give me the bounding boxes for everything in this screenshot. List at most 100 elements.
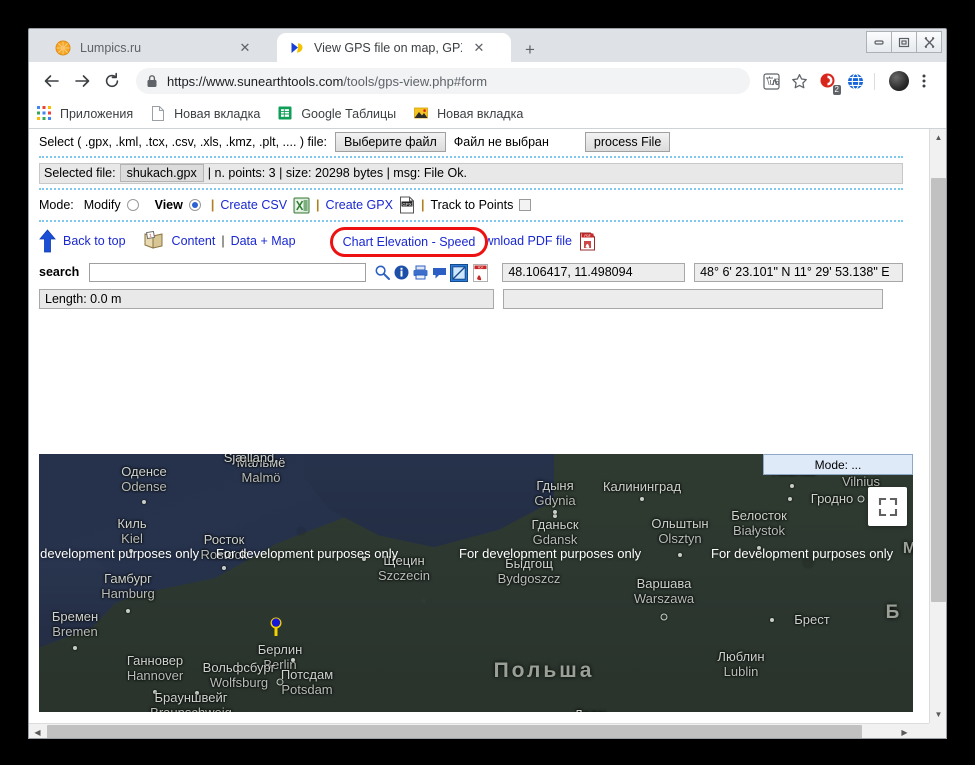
bookmarks-bar: Приложения Новая вкладка Google Таблицы bbox=[29, 100, 946, 129]
coordinates-field[interactable]: 48.106417, 11.498094 bbox=[502, 262, 686, 282]
selected-file-label: Selected file: bbox=[44, 166, 116, 180]
sunearthtools-icon bbox=[289, 40, 305, 56]
excel-icon[interactable] bbox=[293, 197, 310, 214]
adblock-icon[interactable]: 2 bbox=[814, 68, 841, 95]
book-icon[interactable]: 1 bbox=[144, 231, 165, 251]
secondary-info-field bbox=[503, 289, 883, 309]
map-country-label: Б bbox=[885, 602, 903, 623]
map-canvas[interactable]: ПольшаГерманияБМ ОденсеOdenseМальмёMalmö… bbox=[39, 454, 913, 712]
translate-icon[interactable]: \u6587 bbox=[758, 68, 784, 94]
balloon-icon[interactable] bbox=[431, 264, 448, 281]
mode-modify-radio[interactable] bbox=[126, 199, 139, 211]
map-country-label: Польша bbox=[493, 659, 595, 682]
tab-strip: Lumpics.ru ✕ View GPS file on map, GPX, … bbox=[29, 29, 946, 62]
nav-separator-1: | bbox=[221, 234, 225, 248]
track-to-points-label: Track to Points bbox=[430, 198, 514, 212]
chart-elevation-speed-link[interactable]: Chart Elevation - Speed bbox=[343, 235, 476, 249]
up-arrow-icon[interactable] bbox=[39, 229, 56, 253]
close-icon[interactable]: ✕ bbox=[470, 39, 488, 57]
map-city-marker bbox=[788, 497, 792, 501]
new-tab-button[interactable]: + bbox=[519, 38, 541, 60]
back-arrow-icon[interactable] bbox=[38, 67, 66, 95]
info-icon[interactable] bbox=[393, 264, 410, 281]
map-terrain-texture bbox=[39, 454, 913, 712]
browser-toolbar: https://www.sunearthtools.com/tools/gps-… bbox=[29, 62, 946, 100]
svg-text:GPX: GPX bbox=[402, 202, 411, 207]
reload-icon[interactable] bbox=[98, 67, 126, 95]
map-city-marker bbox=[640, 497, 644, 501]
browser-tab-gps-view[interactable]: View GPS file on map, GPX, KML, ✕ bbox=[277, 33, 511, 62]
divider-1 bbox=[39, 156, 903, 158]
no-file-chosen-text: Файл не выбран bbox=[453, 135, 549, 149]
window-controls bbox=[866, 31, 942, 53]
map-city-marker bbox=[195, 691, 199, 695]
sheets-icon bbox=[278, 106, 294, 122]
forward-arrow-icon[interactable] bbox=[68, 67, 96, 95]
create-gpx-link[interactable]: Create GPX bbox=[326, 198, 393, 212]
address-bar[interactable]: https://www.sunearthtools.com/tools/gps-… bbox=[136, 68, 750, 94]
map-fullscreen-button[interactable] bbox=[868, 487, 907, 526]
horizontal-scrollbar[interactable]: ◀ ▶ bbox=[29, 723, 930, 738]
lock-icon bbox=[146, 74, 158, 88]
map-watermark: For development purposes only bbox=[216, 546, 399, 561]
data-map-link[interactable]: Data + Map bbox=[231, 234, 296, 248]
bookmark-apps[interactable]: Приложения bbox=[37, 106, 133, 122]
map-city-marker bbox=[142, 500, 146, 504]
track-to-points-checkbox[interactable] bbox=[519, 199, 532, 211]
map-pin-icon[interactable] bbox=[270, 617, 282, 636]
pdf-icon[interactable]: PDF bbox=[473, 263, 490, 282]
selected-file-row: Selected file: shukach.gpx | n. points: … bbox=[29, 161, 913, 185]
scroll-right-arrow[interactable]: ▶ bbox=[896, 724, 913, 738]
horizontal-scrollbar-thumb[interactable] bbox=[47, 725, 862, 738]
map-city-marker bbox=[553, 514, 557, 518]
process-file-button[interactable]: process File bbox=[584, 132, 671, 152]
print-icon[interactable] bbox=[412, 264, 429, 281]
vertical-scrollbar-thumb[interactable] bbox=[931, 178, 946, 602]
chart-elevation-speed-link-highlight[interactable]: Chart Elevation - Speed bbox=[330, 227, 488, 257]
scroll-up-arrow[interactable]: ▲ bbox=[930, 129, 946, 146]
map-city-marker bbox=[660, 613, 668, 621]
vertical-scrollbar[interactable]: ▲ ▼ bbox=[929, 129, 946, 723]
map-watermark: For development purposes only bbox=[39, 546, 200, 561]
back-to-top-link[interactable]: Back to top bbox=[63, 234, 126, 248]
pdf-icon[interactable]: PDF bbox=[579, 232, 596, 251]
bookmark-label: Google Таблицы bbox=[301, 107, 397, 121]
globe-icon[interactable] bbox=[842, 68, 868, 94]
scroll-down-arrow[interactable]: ▼ bbox=[930, 706, 946, 723]
close-icon[interactable]: ✕ bbox=[236, 39, 254, 57]
browser-window: Lumpics.ru ✕ View GPS file on map, GPX, … bbox=[28, 28, 947, 739]
fullscreen-map-icon[interactable] bbox=[450, 263, 469, 282]
three-dot-menu-icon[interactable] bbox=[911, 68, 937, 94]
dms-coordinates-field[interactable]: 48° 6' 23.101" N 11° 29' 53.138" E bbox=[694, 262, 903, 282]
scrollbar-corner bbox=[929, 723, 946, 738]
bookmark-new-tab-2[interactable]: Новая вкладка bbox=[414, 106, 523, 122]
gpx-file-icon[interactable]: GPX bbox=[399, 196, 415, 214]
search-input[interactable] bbox=[89, 262, 367, 282]
map-watermark: For development purposes only bbox=[459, 546, 642, 561]
url-host: https://www.sunearthtools.com bbox=[167, 73, 344, 89]
length-row: Length: 0.0 m bbox=[29, 288, 913, 310]
magnifier-icon[interactable] bbox=[374, 264, 391, 281]
bookmark-new-tab-1[interactable]: Новая вкладка bbox=[151, 106, 260, 122]
mode-view-radio[interactable] bbox=[188, 199, 201, 211]
maximize-icon[interactable] bbox=[891, 31, 917, 53]
mode-label: Mode: bbox=[39, 198, 74, 212]
map-city-marker bbox=[126, 609, 130, 613]
star-icon[interactable] bbox=[786, 68, 812, 94]
bookmark-label: Новая вкладка bbox=[174, 107, 261, 121]
minimize-icon[interactable] bbox=[866, 31, 892, 53]
scroll-left-arrow[interactable]: ◀ bbox=[29, 724, 46, 738]
map-city-marker bbox=[553, 510, 557, 514]
map-watermark: For development purposes only bbox=[711, 546, 894, 561]
create-csv-link[interactable]: Create CSV bbox=[220, 198, 287, 212]
content-link[interactable]: Content bbox=[172, 234, 216, 248]
avatar[interactable] bbox=[889, 71, 909, 91]
browser-tab-lumpics[interactable]: Lumpics.ru ✕ bbox=[43, 33, 269, 62]
selected-filename: shukach.gpx bbox=[119, 164, 204, 182]
page-viewport: Select ( .gpx, .kml, .tcx, .csv, .xls, .… bbox=[29, 129, 946, 738]
choose-file-button[interactable]: Выберите файл bbox=[335, 132, 446, 152]
close-icon[interactable] bbox=[916, 31, 942, 53]
mode-separator-1: | bbox=[210, 198, 215, 212]
bookmark-google-sheets[interactable]: Google Таблицы bbox=[278, 106, 396, 122]
selected-file-info: | n. points: 3 | size: 20298 bytes | msg… bbox=[207, 166, 467, 180]
